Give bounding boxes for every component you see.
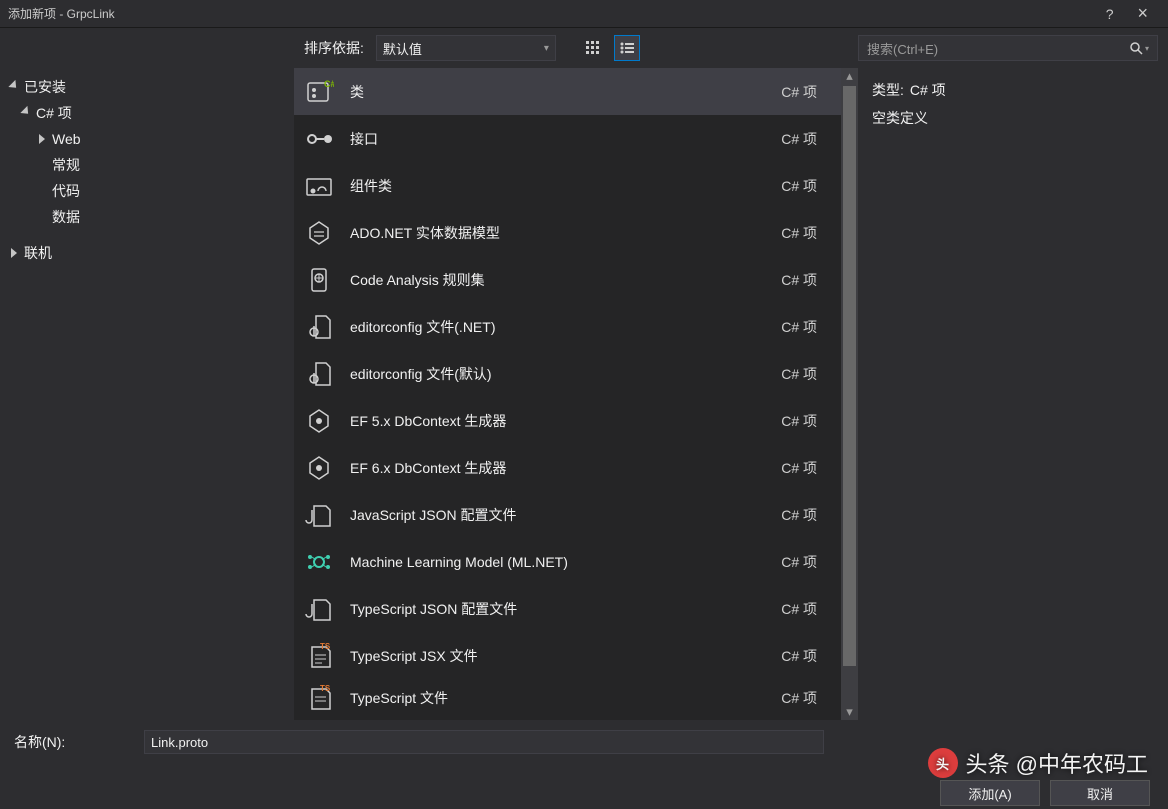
detail-pane: 类型: C# 项 空类定义 [858, 68, 1168, 720]
ef6-icon [302, 451, 336, 485]
name-input[interactable] [144, 730, 824, 754]
cancel-button[interactable]: 取消 [1050, 780, 1150, 806]
footer: 名称(N): 添加(A) 取消 [0, 720, 1168, 809]
template-list-wrap: C# 类 C# 项 接口 C# 项 组件类 C# 项 [294, 68, 858, 720]
svg-text:TS: TS [320, 642, 331, 651]
search-input[interactable]: 搜索(Ctrl+E) ▾ [858, 35, 1158, 61]
list-item[interactable]: 组件类 C# 项 [294, 162, 841, 209]
list-item[interactable]: EF 6.x DbContext 生成器 C# 项 [294, 444, 841, 491]
main-content: 已安装 C# 项 Web 常规 代码 数据 联机 [0, 68, 1168, 720]
description: 空类定义 [872, 108, 928, 128]
list-item[interactable]: Machine Learning Model (ML.NET) C# 项 [294, 538, 841, 585]
tree-code[interactable]: 代码 [0, 178, 294, 204]
close-button[interactable]: × [1137, 3, 1148, 24]
list-item[interactable]: editorconfig 文件(默认) C# 项 [294, 350, 841, 397]
class-icon: C# [302, 75, 336, 109]
ruleset-icon [302, 263, 336, 297]
json-ts-icon [302, 592, 336, 626]
tree-csharp[interactable]: C# 项 [0, 100, 294, 126]
list-item[interactable]: ADO.NET 实体数据模型 C# 项 [294, 209, 841, 256]
json-js-icon [302, 498, 336, 532]
titlebar: 添加新项 - GrpcLink ? × [0, 0, 1168, 28]
search-icon: ▾ [1129, 41, 1149, 55]
tree-web[interactable]: Web [0, 126, 294, 152]
tree-data[interactable]: 数据 [0, 204, 294, 230]
list-item[interactable]: EF 5.x DbContext 生成器 C# 项 [294, 397, 841, 444]
list-item[interactable]: JavaScript JSON 配置文件 C# 项 [294, 491, 841, 538]
window-title: 添加新项 - GrpcLink [8, 5, 115, 22]
window-controls: ? × [1106, 3, 1160, 24]
list-item[interactable]: TS TypeScript 文件 C# 项 [294, 679, 841, 717]
search-placeholder: 搜索(Ctrl+E) [867, 39, 938, 58]
editorconfig-icon [302, 310, 336, 344]
list-item[interactable]: Code Analysis 规则集 C# 项 [294, 256, 841, 303]
sort-value: 默认值 [383, 39, 422, 58]
sort-label: 排序依据: [304, 38, 364, 58]
interface-icon [302, 122, 336, 156]
list-item[interactable]: TS TypeScript JSX 文件 C# 项 [294, 632, 841, 679]
type-label: 类型: [872, 80, 904, 100]
category-tree: 已安装 C# 项 Web 常规 代码 数据 联机 [0, 68, 294, 720]
scroll-down-icon[interactable]: ▾ [841, 704, 858, 720]
toolbar-row: 排序依据: 默认值 ▾ 搜索(Ctrl+E) ▾ [0, 28, 1168, 68]
scrollbar[interactable]: ▴ ▾ [841, 68, 858, 720]
list-item[interactable]: TypeScript JSON 配置文件 C# 项 [294, 585, 841, 632]
ts-icon: TS [302, 681, 336, 715]
scroll-thumb[interactable] [843, 86, 856, 666]
ado-icon [302, 216, 336, 250]
editorconfig-default-icon [302, 357, 336, 391]
list-item[interactable]: C# 类 C# 项 [294, 68, 841, 115]
list-item[interactable]: editorconfig 文件(.NET) C# 项 [294, 303, 841, 350]
svg-text:C#: C# [324, 79, 334, 89]
sort-dropdown[interactable]: 默认值 ▾ [376, 35, 556, 61]
tree-installed[interactable]: 已安装 [0, 74, 294, 100]
tsx-icon: TS [302, 639, 336, 673]
chevron-down-icon: ▾ [544, 43, 549, 54]
view-grid-button[interactable] [580, 35, 606, 61]
component-icon [302, 169, 336, 203]
type-value: C# 项 [910, 80, 946, 100]
tree-online[interactable]: 联机 [0, 240, 294, 266]
tree-general[interactable]: 常规 [0, 152, 294, 178]
list-item[interactable]: 接口 C# 项 [294, 115, 841, 162]
mlnet-icon [302, 545, 336, 579]
help-button[interactable]: ? [1106, 6, 1114, 22]
view-list-button[interactable] [614, 35, 640, 61]
ef5-icon [302, 404, 336, 438]
svg-text:TS: TS [320, 684, 331, 693]
name-label: 名称(N): [12, 732, 134, 752]
template-list: C# 类 C# 项 接口 C# 项 组件类 C# 项 [294, 68, 841, 720]
scroll-up-icon[interactable]: ▴ [841, 68, 858, 84]
add-button[interactable]: 添加(A) [940, 780, 1040, 806]
